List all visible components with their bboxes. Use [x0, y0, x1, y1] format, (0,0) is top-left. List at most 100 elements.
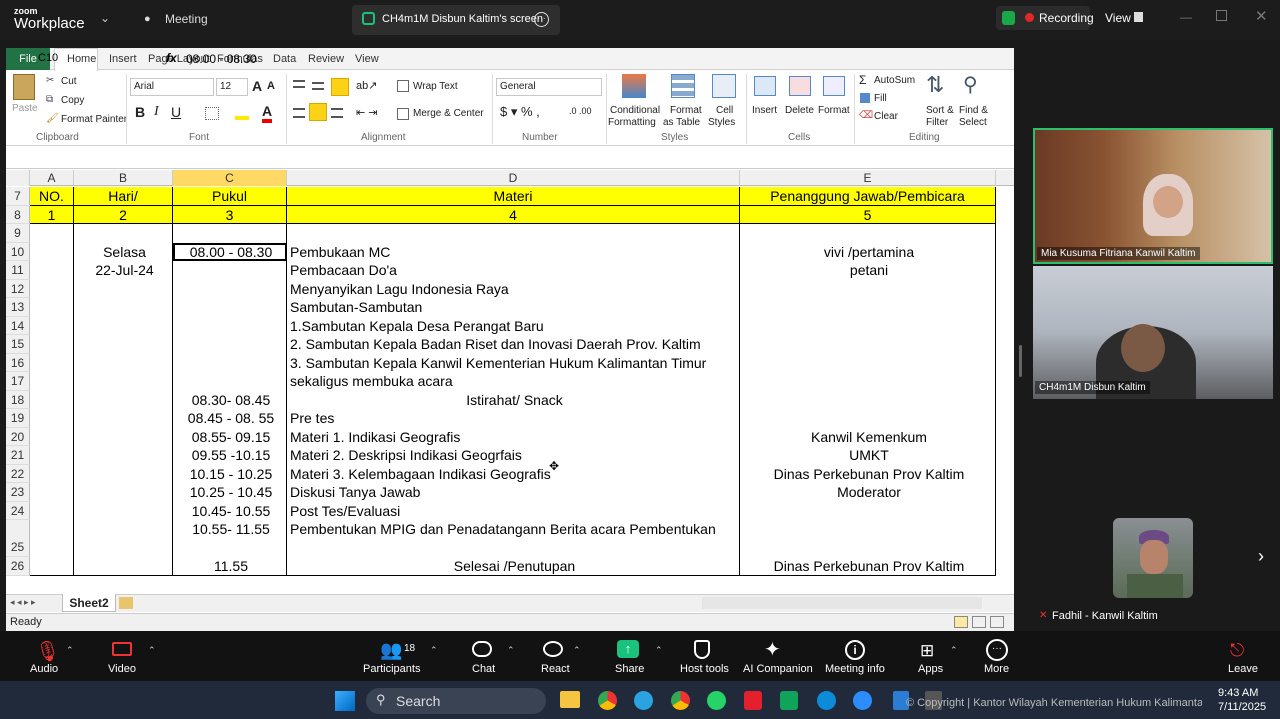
audio-button[interactable]: Audio	[30, 663, 58, 675]
row-header[interactable]: 12	[6, 279, 30, 298]
table-cell[interactable]	[74, 390, 173, 409]
table-cell[interactable]	[30, 298, 74, 317]
cell-styles-button[interactable]: Cell	[716, 105, 733, 116]
view-button[interactable]: View	[1105, 11, 1131, 25]
sort-filter-button[interactable]: Sort &	[926, 105, 954, 116]
table-cell[interactable]	[30, 409, 74, 428]
table-cell[interactable]: vivi /pertamina	[740, 242, 996, 261]
ai-sparkle-icon[interactable]: ✦	[764, 637, 781, 662]
table-cell[interactable]: Selesai /Penutupan	[287, 557, 740, 576]
header-cell[interactable]: Materi	[287, 187, 740, 206]
edge-icon[interactable]	[817, 691, 836, 710]
sheet-nav-icon[interactable]: ◂ ◂ ▸ ▸	[10, 597, 36, 608]
header-cell[interactable]: 4	[287, 205, 740, 224]
table-cell[interactable]: Sambutan-Sambutan	[287, 298, 740, 317]
table-cell[interactable]	[74, 279, 173, 298]
row-header[interactable]: 15	[6, 335, 30, 354]
table-cell[interactable]	[74, 520, 173, 557]
chrome-icon-2[interactable]	[671, 691, 690, 710]
font-size-select[interactable]: 12	[216, 78, 248, 96]
align-top-icon[interactable]	[293, 80, 305, 88]
table-cell[interactable]: Dinas Perkebunan Prov Kaltim	[740, 557, 996, 576]
find-select-button[interactable]: Find &	[959, 105, 988, 116]
table-cell[interactable]	[30, 464, 74, 483]
table-cell[interactable]: 09.55 -10.15	[173, 446, 287, 465]
whatsapp-icon[interactable]	[707, 691, 726, 710]
table-cell[interactable]	[30, 427, 74, 446]
tab-insert[interactable]: Insert	[109, 53, 137, 65]
table-cell[interactable]	[173, 298, 287, 317]
sheet-tab-sheet2[interactable]: Sheet2	[62, 594, 116, 612]
participants-icon[interactable]: 👥	[380, 640, 402, 661]
chevron-up-icon[interactable]: ⌃	[507, 645, 515, 656]
table-cell[interactable]: 1.Sambutan Kepala Desa Perangat Baru	[287, 316, 740, 335]
more-icon[interactable]: ···	[986, 639, 1008, 661]
format-as-table-button[interactable]: Format	[670, 105, 702, 116]
meeting-info-button[interactable]: Meeting info	[825, 663, 885, 675]
conditional-formatting-icon[interactable]	[622, 74, 646, 98]
fill-button[interactable]: Fill	[874, 93, 887, 104]
close-icon[interactable]: ✕	[1255, 7, 1268, 25]
muted-mic-icon[interactable]: 🎙	[35, 639, 60, 664]
more-options-icon[interactable]: ···	[534, 12, 549, 27]
merge-icon[interactable]	[397, 108, 409, 120]
chevron-up-icon[interactable]: ⌃	[655, 645, 663, 656]
row-header[interactable]: 17	[6, 372, 30, 391]
table-cell[interactable]	[30, 501, 74, 520]
host-tools-button[interactable]: Host tools	[680, 663, 729, 675]
leave-icon[interactable]: ⎋	[1230, 640, 1244, 661]
participants-button[interactable]: Participants	[363, 663, 420, 675]
autosum-icon[interactable]: Σ	[859, 73, 866, 87]
column-header-a[interactable]: A	[30, 170, 74, 186]
table-cell[interactable]	[173, 316, 287, 335]
table-cell[interactable]: Dinas Perkebunan Prov Kaltim	[740, 464, 996, 483]
table-cell[interactable]: Diskusi Tanya Jawab	[287, 483, 740, 502]
copy-button[interactable]: Copy	[61, 95, 84, 106]
table-cell[interactable]	[30, 390, 74, 409]
apps-button[interactable]: Apps	[918, 663, 943, 675]
table-cell[interactable]	[30, 353, 74, 372]
number-format-select[interactable]: General	[496, 78, 602, 96]
table-cell[interactable]: 10.55- 11.55	[173, 520, 287, 557]
align-bottom-icon[interactable]	[331, 78, 349, 96]
row-header[interactable]: 9	[6, 224, 30, 243]
table-cell[interactable]	[74, 224, 173, 243]
share-button[interactable]: Share	[615, 663, 644, 675]
video-off-icon[interactable]	[112, 642, 132, 656]
autosum-button[interactable]: AutoSum	[874, 75, 915, 86]
table-cell[interactable]	[74, 316, 173, 335]
table-cell[interactable]	[30, 261, 74, 280]
video-tile-3[interactable]	[1113, 518, 1193, 598]
table-cell[interactable]	[74, 409, 173, 428]
chevron-up-icon[interactable]: ⌃	[950, 645, 958, 656]
fill-icon[interactable]	[860, 93, 870, 103]
react-button[interactable]: React	[541, 663, 570, 675]
font-color-icon[interactable]: A	[262, 103, 273, 123]
format-cells-icon[interactable]	[823, 76, 845, 96]
table-cell[interactable]	[74, 557, 173, 576]
table-cell[interactable]: Pembacaan Do'a	[287, 261, 740, 280]
table-cell[interactable]	[740, 372, 996, 391]
row-header[interactable]: 13	[6, 298, 30, 317]
delete-cells-button[interactable]: Delete	[785, 105, 814, 116]
select-all-corner[interactable]	[6, 170, 30, 186]
leave-button[interactable]: Leave	[1228, 663, 1258, 675]
next-page-icon[interactable]: ›	[1258, 546, 1264, 567]
zoom-app-icon[interactable]	[853, 691, 872, 710]
column-header-e[interactable]: E	[740, 170, 996, 186]
table-cell[interactable]	[30, 446, 74, 465]
table-cell[interactable]: 08.45 - 08. 55	[173, 409, 287, 428]
video-tile-1[interactable]: Mia Kusuma Fitriana Kanwil Kaltim	[1033, 128, 1273, 264]
cell-styles-icon[interactable]	[712, 74, 736, 98]
font-name-select[interactable]: Arial	[130, 78, 214, 96]
underline-icon[interactable]: U	[171, 104, 181, 120]
table-cell[interactable]: 10.25 - 10.45	[173, 483, 287, 502]
chevron-up-icon[interactable]: ⌃	[66, 645, 74, 656]
cut-button[interactable]: Cut	[61, 76, 77, 87]
column-header-c[interactable]: C	[173, 170, 287, 186]
paste-icon[interactable]	[13, 74, 35, 100]
table-cell[interactable]	[74, 446, 173, 465]
table-cell[interactable]	[74, 372, 173, 391]
table-cell[interactable]: Materi 1. Indikasi Geografis	[287, 427, 740, 446]
page-break-view-icon[interactable]	[990, 616, 1004, 628]
